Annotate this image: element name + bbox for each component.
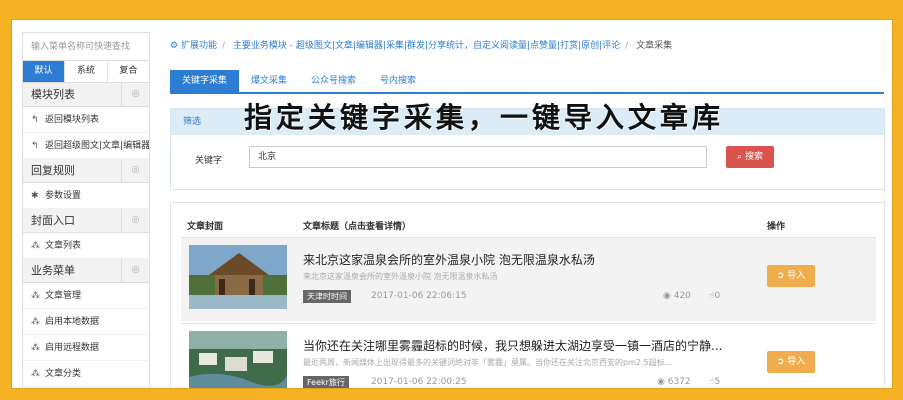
sidebar-item-remote-data[interactable]: ⁂ 启用远程数据	[23, 335, 149, 361]
sidebar-group-reply-rules[interactable]: 回复规则 ◎	[23, 159, 149, 183]
search-icon: ⌕	[737, 152, 743, 162]
eye-icon: ◉	[657, 377, 665, 387]
sitemap-icon: ⁂	[31, 369, 40, 379]
like-count: ☝0	[709, 291, 721, 301]
sidebar-tab-composite[interactable]: 复合	[108, 61, 149, 82]
sidebar-group-label: 封面入口	[31, 214, 75, 227]
table-row: 当你还在关注哪里雾霾超标的时候，我只想躲进太湖边享受一镇一酒店的宁静... 最近…	[181, 323, 876, 388]
sidebar-item-back-modules[interactable]: ↰ 返回模块列表	[23, 107, 149, 133]
article-summary: 最近两周，新闻媒体上出现得最多的关键词绝对非「雾霾」莫属。当你还在关注北京西安的…	[303, 358, 673, 367]
sidebar-tab-default[interactable]: 默认	[23, 61, 66, 82]
tab-account-search[interactable]: 公众号搜索	[299, 70, 368, 92]
breadcrumb: ⚙ 扩展功能 / 主要业务模块 - 超级图文|文章|编辑器|采集|群发|分享统计，…	[170, 41, 673, 51]
cogs-icon: ⚙	[170, 41, 179, 51]
menu-search-input[interactable]: 输入菜单名称可快速查找	[23, 33, 149, 61]
sidebar: 输入菜单名称可快速查找 默认 系统 复合 模块列表 ◎ ↰ 返回模块列表 ↰ 返回超…	[22, 32, 150, 388]
breadcrumb-item[interactable]: 扩展功能	[181, 41, 217, 51]
collapse-icon[interactable]: ◎	[121, 209, 149, 232]
sidebar-group-label: 模块列表	[31, 88, 75, 101]
eye-icon: ◉	[663, 291, 671, 301]
sidebar-tabs: 默认 系统 复合	[23, 61, 149, 83]
article-title-link[interactable]: 来北京这家温泉会所的室外温泉小院 泡无限温泉水私汤	[303, 251, 595, 268]
sidebar-group-cover-entry[interactable]: 封面入口 ◎	[23, 209, 149, 233]
gear-icon: ✱	[31, 191, 39, 201]
sidebar-group-label: 业务菜单	[31, 264, 75, 277]
promo-headline: 指定关键字采集，一键导入文章库	[244, 101, 725, 134]
tab-keyword-collect[interactable]: 关键字采集	[170, 70, 240, 92]
breadcrumb-current: 文章采集	[636, 41, 673, 51]
breadcrumb-item[interactable]: 主要业务模块 - 超级图文|文章|编辑器|采集|群发|分享统计，自定义阅读量|点…	[233, 41, 620, 51]
tab-hot-article-collect[interactable]: 爆文采集	[239, 70, 299, 92]
import-button[interactable]: ➲ 导入	[767, 351, 815, 373]
sidebar-item-article-list[interactable]: ⁂ 文章列表	[23, 233, 149, 259]
collapse-icon[interactable]: ◎	[121, 259, 149, 282]
publish-time: 2017-01-06 22:06:15	[371, 291, 467, 301]
screenshot-frame: 输入菜单名称可快速查找 默认 系统 复合 模块列表 ◎ ↰ 返回模块列表 ↰ 返回超…	[12, 20, 892, 388]
sidebar-tab-system[interactable]: 系统	[65, 61, 108, 82]
sidebar-item-article-category[interactable]: ⁂ 文章分类	[23, 361, 149, 387]
header-action: 操作	[767, 222, 786, 232]
tab-in-account-search[interactable]: 号内搜索	[368, 70, 428, 92]
sidebar-group-label: 回复规则	[31, 164, 75, 177]
sign-in-icon: ➲	[776, 271, 785, 281]
sitemap-icon: ⁂	[31, 317, 40, 327]
sidebar-group-business[interactable]: 业务菜单 ◎	[23, 259, 149, 283]
import-button[interactable]: ➲ 导入	[767, 265, 815, 287]
article-summary: 来北京这家温泉会所的室外温泉小院 泡无限温泉水私汤	[303, 272, 498, 281]
sidebar-item-article-manage[interactable]: ⁂ 文章管理	[23, 283, 149, 309]
article-cover-image[interactable]	[189, 245, 287, 309]
article-title-link[interactable]: 当你还在关注哪里雾霾超标的时候，我只想躲进太湖边享受一镇一酒店的宁静...	[303, 337, 722, 354]
tab-bar: 关键字采集 爆文采集 公众号搜索 号内搜索	[170, 70, 884, 94]
sitemap-icon: ⁂	[31, 291, 40, 301]
sidebar-item-back-editor[interactable]: ↰ 返回超级图文|文章|编辑器	[23, 133, 149, 159]
search-button[interactable]: ⌕ 搜索	[726, 146, 774, 168]
header-cover: 文章封面	[187, 222, 224, 232]
source-badge: 天津时时间	[303, 290, 351, 303]
sitemap-icon: ⁂	[31, 241, 40, 251]
article-list: 文章封面 文章标题（点击查看详情） 操作 来北京这家温泉会所的室外温泉小院 泡无…	[170, 202, 885, 388]
sidebar-item-settings[interactable]: ✱ 参数设置	[23, 183, 149, 209]
view-count: ◉ 6372	[657, 377, 691, 387]
table-row: 来北京这家温泉会所的室外温泉小院 泡无限温泉水私汤 来北京这家温泉会所的室外温泉…	[181, 237, 876, 321]
list-header: 文章封面 文章标题（点击查看详情） 操作	[171, 203, 884, 237]
like-count: ☝5	[709, 377, 721, 387]
collapse-icon[interactable]: ◎	[121, 83, 149, 106]
sidebar-item-local-data[interactable]: ⁂ 启用本地数据	[23, 309, 149, 335]
back-arrow-icon: ↰	[31, 141, 39, 151]
main-content: ⚙ 扩展功能 / 主要业务模块 - 超级图文|文章|编辑器|采集|群发|分享统计，…	[162, 20, 892, 388]
back-arrow-icon: ↰	[31, 115, 39, 125]
article-cover-image[interactable]	[189, 331, 287, 388]
publish-time: 2017-01-06 22:00:25	[371, 377, 467, 387]
sidebar-group-modules[interactable]: 模块列表 ◎	[23, 83, 149, 107]
keyword-label: 关键字	[195, 156, 223, 166]
view-count: ◉ 420	[663, 291, 691, 301]
sign-in-icon: ➲	[776, 357, 785, 367]
keyword-input[interactable]: 北京	[249, 146, 707, 168]
sitemap-icon: ⁂	[31, 343, 40, 353]
collapse-icon[interactable]: ◎	[121, 159, 149, 182]
source-badge: Feekr旅行	[303, 376, 349, 388]
header-title: 文章标题（点击查看详情）	[303, 222, 412, 232]
